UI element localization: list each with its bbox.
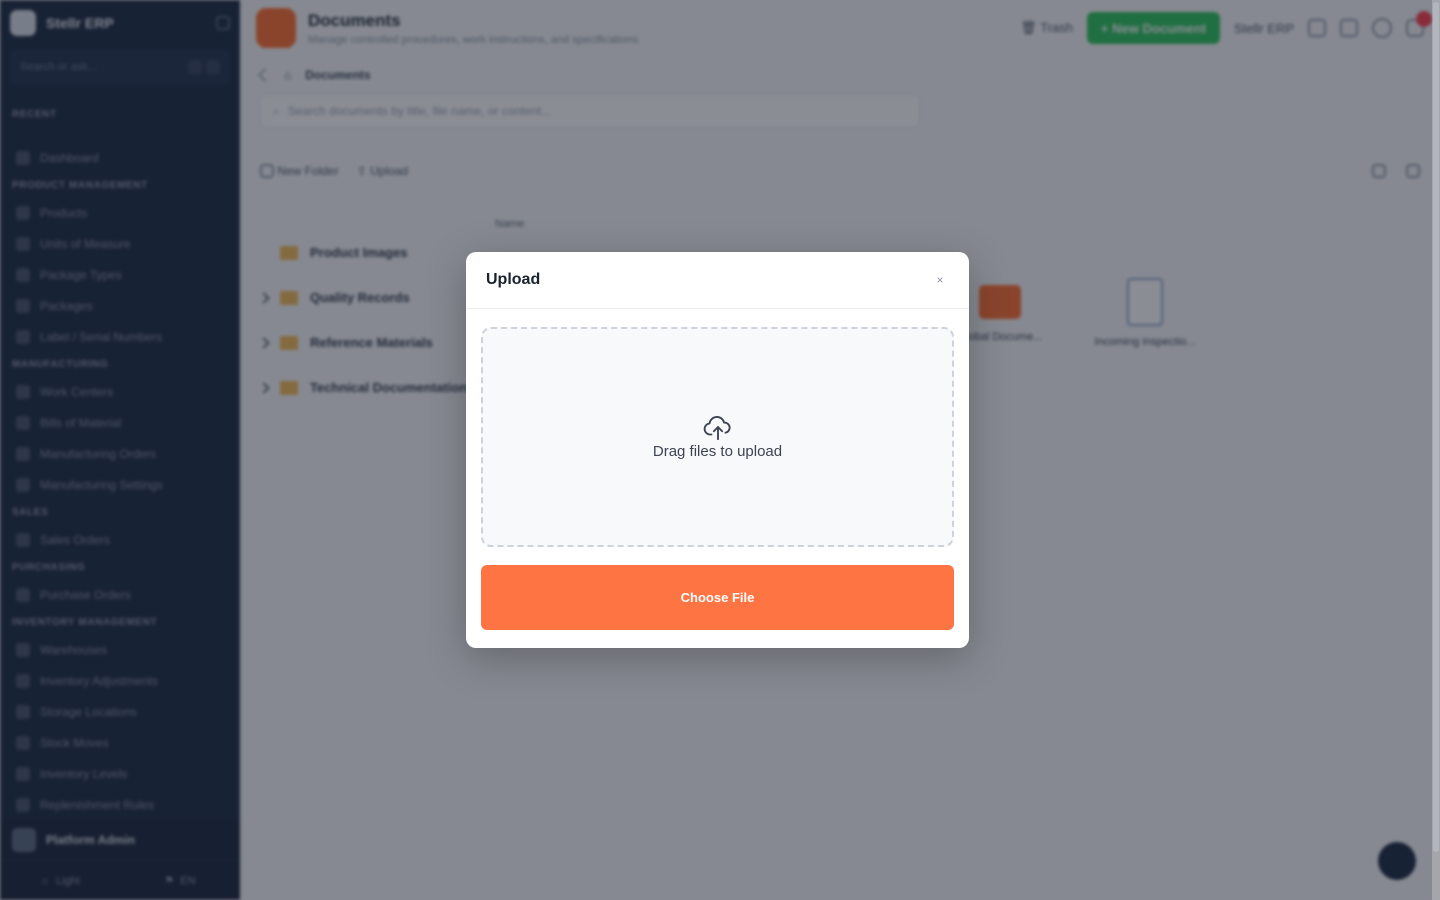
- file-dropzone[interactable]: Drag files to upload: [481, 327, 954, 547]
- close-icon[interactable]: ×: [931, 271, 949, 289]
- modal-header: Upload ×: [466, 252, 969, 309]
- cloud-upload-icon: [703, 415, 731, 440]
- scrollbar-thumb[interactable]: [1433, 2, 1439, 852]
- modal-title: Upload: [486, 271, 541, 288]
- choose-file-button[interactable]: Choose File: [481, 565, 954, 630]
- upload-modal: Upload × Drag files to upload Choose Fil…: [466, 252, 969, 648]
- scrollbar[interactable]: [1432, 0, 1440, 900]
- dropzone-text: Drag files to upload: [652, 442, 783, 460]
